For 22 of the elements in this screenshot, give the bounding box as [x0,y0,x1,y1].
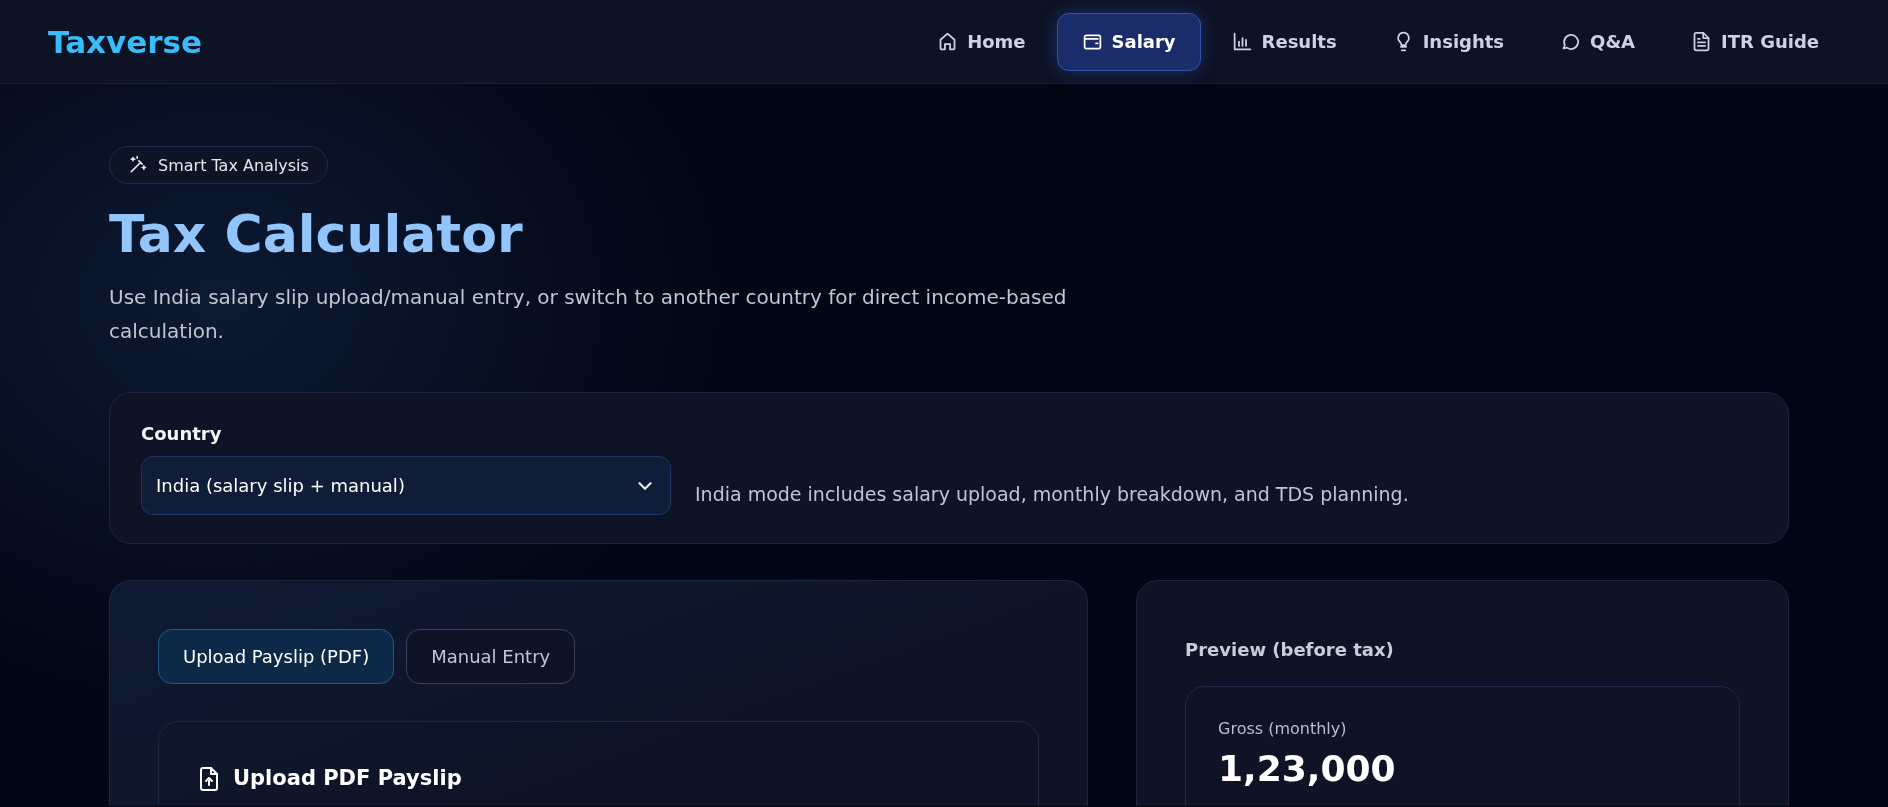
country-select[interactable]: India (salary slip + manual) [141,456,671,515]
page-title: Tax Calculator [109,204,524,264]
mode-tab[interactable]: Manual Entry [406,629,576,684]
file-upload-icon [197,766,221,792]
field-label: Country [141,423,223,444]
feature-badge: Smart Tax Analysis [109,146,328,184]
nav-tab[interactable]: ITR Guide [1666,12,1844,71]
gross-value: 1,23,000 [1218,748,1397,789]
nav-tab[interactable]: Q&A [1535,12,1661,71]
upload-title: Upload PDF Payslip [233,766,462,790]
mode-tab[interactable]: Upload Payslip (PDF) [158,629,395,684]
nav-tab[interactable]: Salary [1056,12,1201,71]
preview-title: Preview (before tax) [1185,639,1395,660]
nav-tab[interactable]: Home [912,12,1051,71]
nav-tab[interactable]: Results [1206,12,1362,71]
nav-tab[interactable]: Insights [1367,12,1530,71]
brand-logo[interactable]: Taxverse [48,23,203,60]
mode-hint: India mode includes salary upload, monthly breakdown, and TDS planning. [695,483,1409,507]
gross-label: Gross (monthly) [1218,719,1348,738]
page-description: Use India salary slip upload/manual entry, or switch to another country for direct income-based calculation. [109,284,1068,345]
chat-bubble-icon [1560,31,1582,52]
bar-chart-icon [1231,31,1253,52]
